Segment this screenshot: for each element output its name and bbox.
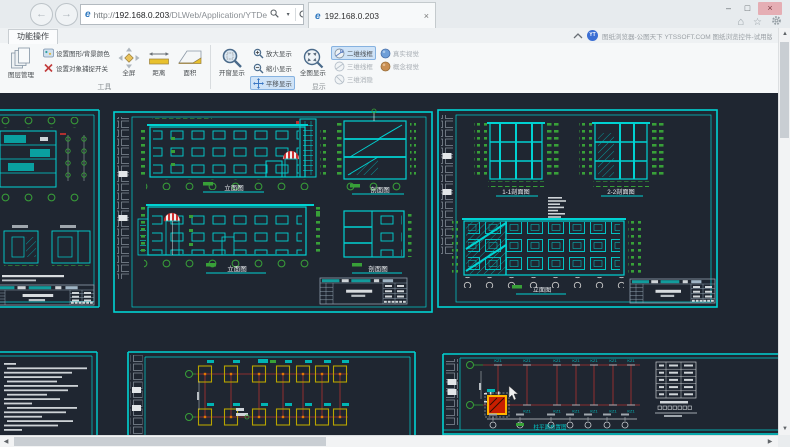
zoom-out-button[interactable]: 缩小显示 xyxy=(250,61,295,75)
ribbon: 功能操作 YT 图纸浏览器-公图天下 YTSSOFT.COM 图纸浏览控件-试用… xyxy=(0,28,778,94)
maximize-button[interactable]: □ xyxy=(739,2,756,15)
wireframe-3d-icon xyxy=(334,61,345,72)
favorites-star-icon[interactable]: ☆ xyxy=(753,17,762,28)
browser-tab[interactable]: e 192.168.0.203 × xyxy=(308,2,436,29)
browser-chrome: ← → e http://192.168.0.203/DLWeb/Applica… xyxy=(0,0,790,29)
column-tag: KZ1 xyxy=(609,358,617,363)
drawing-label: 剖面图 xyxy=(368,264,388,273)
close-button[interactable]: × xyxy=(758,2,782,15)
zoom-out-icon xyxy=(253,63,264,74)
column-tag: KZ1 xyxy=(609,409,617,414)
column-tag: KZ1 xyxy=(627,409,635,414)
trial-version-text: 图纸浏览器-公图天下 YTSSOFT.COM 图纸浏览控件-试用版 xyxy=(602,31,772,41)
snap-x-icon xyxy=(43,63,54,73)
vertical-scrollbar[interactable]: ▲ ▼ xyxy=(778,28,790,435)
wireframe-2d-icon xyxy=(334,48,345,59)
column-tag: KZ1 xyxy=(523,358,531,363)
visual-style-realistic-button[interactable]: 真实视觉 xyxy=(377,46,422,60)
vertical-scroll-thumb[interactable] xyxy=(780,42,789,138)
home-icon[interactable]: ⌂ xyxy=(737,16,744,28)
browser-window: ← → e http://192.168.0.203/DLWeb/Applica… xyxy=(0,0,790,447)
ribbon-group-tools: 图层管理 设置图形/背景颜色 设置对象捕捉开关 xyxy=(0,45,209,92)
column-tag: KZ1 xyxy=(590,409,598,414)
scroll-right-icon[interactable]: ▶ xyxy=(764,436,776,447)
visual-style-conceptual-button[interactable]: 概念视觉 xyxy=(377,59,422,73)
zoom-in-icon xyxy=(253,48,264,59)
measure-distance-button[interactable]: 距离 xyxy=(145,45,173,79)
measure-area-button[interactable]: 面积 xyxy=(175,45,205,79)
layer-manager-button[interactable]: 图层管理 xyxy=(4,45,38,81)
column-tag: KZ1 xyxy=(553,409,561,414)
drawing-label: 剖面图 xyxy=(370,185,390,194)
settings-gear-icon[interactable] xyxy=(771,15,782,29)
drawing-label: 2-2剖面图 xyxy=(607,188,635,196)
scroll-left-icon[interactable]: ◀ xyxy=(0,436,12,447)
forward-button[interactable]: → xyxy=(55,3,78,26)
set-background-color-button[interactable]: 设置图形/背景颜色 xyxy=(40,46,113,60)
collapse-ribbon-icon[interactable] xyxy=(573,33,583,39)
drawing-label: 1-1剖面图 xyxy=(502,188,530,196)
drawing-label: 柱平面布置图 xyxy=(533,423,567,431)
address-dropdown-icon[interactable]: ▾ xyxy=(281,11,295,18)
visual-style-3d-wireframe-button[interactable]: 三维线框 xyxy=(331,59,376,73)
drawing-label: 立面图 xyxy=(533,286,552,294)
ribbon-tab-function-operations[interactable]: 功能操作 xyxy=(8,29,58,44)
layers-icon xyxy=(10,47,32,71)
zoom-in-button[interactable]: 放大显示 xyxy=(250,46,295,60)
column-tag: KZ1 xyxy=(627,358,635,363)
conceptual-sphere-icon xyxy=(380,61,391,72)
fullscreen-arrows-icon xyxy=(118,47,140,69)
column-tag: KZ1 xyxy=(572,409,580,414)
magnifier-icon xyxy=(221,47,243,69)
horizontal-scroll-thumb[interactable] xyxy=(14,437,326,446)
column-tag: KZ1 xyxy=(590,358,598,363)
scroll-down-icon[interactable]: ▼ xyxy=(779,423,790,435)
distance-ruler-icon xyxy=(148,47,170,69)
tab-favicon: e xyxy=(315,11,321,22)
column-tag: KZ1 xyxy=(553,358,561,363)
minimize-button[interactable]: – xyxy=(720,2,737,15)
address-bar[interactable]: e http://192.168.0.203/DLWeb/Application… xyxy=(80,4,304,25)
fullscreen-button[interactable]: 全屏 xyxy=(115,45,143,79)
column-tag: KZ1 xyxy=(523,409,531,414)
scrollbar-corner xyxy=(778,435,790,447)
group-label-tools: 工具 xyxy=(0,82,209,92)
drawing-label: 立面图 xyxy=(224,183,244,192)
tab-title: 192.168.0.203 xyxy=(325,11,379,21)
object-snap-toggle-button[interactable]: 设置对象捕捉开关 xyxy=(40,61,113,75)
cad-canvas[interactable]: 立面图剖面图立面图剖面图1-1剖面图2-2剖面图立面图KZ1KZ1KZ1KZ1K… xyxy=(0,93,778,435)
ribbon-group-display: 开窗显示 放大显示 缩小显示 平移显示 xyxy=(212,45,426,92)
brand-logo: YT xyxy=(587,30,598,41)
area-wedge-icon xyxy=(178,47,202,69)
color-palette-icon xyxy=(43,48,54,58)
window-zoom-button[interactable]: 开窗显示 xyxy=(216,45,248,79)
visual-style-2d-wireframe-button[interactable]: 二维线框 xyxy=(331,46,376,60)
ie-favicon: e xyxy=(85,9,91,20)
column-tag: KZ1 xyxy=(572,358,580,363)
url-path: /DLWeb/Application/YTDe xyxy=(169,10,267,20)
scroll-up-icon[interactable]: ▲ xyxy=(779,28,790,40)
group-label-display: 显示 xyxy=(212,82,426,92)
zoom-extents-icon xyxy=(302,47,324,69)
column-tag: KZ1 xyxy=(494,358,502,363)
realistic-sphere-icon xyxy=(380,48,391,59)
url-prefix: http:// xyxy=(94,10,115,20)
horizontal-scrollbar[interactable]: ◀ ▶ xyxy=(0,435,778,447)
search-icon[interactable] xyxy=(267,9,281,20)
zoom-extents-button[interactable]: 全图显示 xyxy=(297,45,329,79)
drawing-label: 立面图 xyxy=(227,264,247,273)
url-host: 192.168.0.203 xyxy=(115,10,169,20)
back-button[interactable]: ← xyxy=(30,3,53,26)
tab-close-icon[interactable]: × xyxy=(424,11,429,21)
refresh-icon[interactable] xyxy=(296,9,304,21)
